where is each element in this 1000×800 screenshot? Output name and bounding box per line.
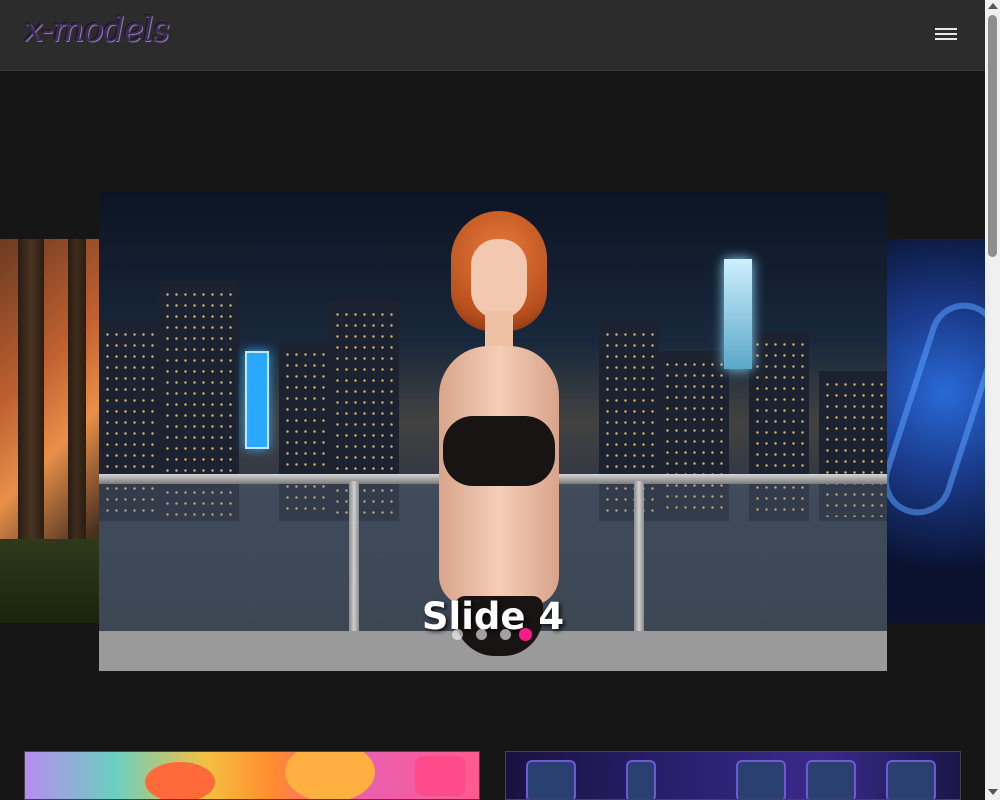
hamburger-menu-icon[interactable] xyxy=(935,28,957,42)
neon-sign xyxy=(245,351,269,449)
profile-gallery-promo-card[interactable] xyxy=(505,751,961,800)
carousel-dot-4[interactable] xyxy=(519,628,532,641)
scroll-down-arrow-icon[interactable] xyxy=(988,789,998,795)
carousel-dot-2[interactable] xyxy=(476,629,487,640)
carousel-dot-3[interactable] xyxy=(500,629,511,640)
carousel-next-slide-preview[interactable] xyxy=(886,239,985,623)
carousel-prev-slide-preview[interactable] xyxy=(0,239,100,623)
site-logo[interactable]: x-models xyxy=(24,10,170,50)
scroll-up-arrow-icon[interactable] xyxy=(988,3,998,9)
colorful-3d-promo-card[interactable] xyxy=(24,751,480,800)
scrollbar-thumb[interactable] xyxy=(988,15,997,257)
slide-caption: Slide 4 xyxy=(421,595,565,638)
carousel-dot-1[interactable] xyxy=(452,629,463,640)
vertical-scrollbar[interactable] xyxy=(985,0,1000,800)
skyscraper-spire xyxy=(724,259,752,369)
site-header: x-models xyxy=(0,0,985,71)
